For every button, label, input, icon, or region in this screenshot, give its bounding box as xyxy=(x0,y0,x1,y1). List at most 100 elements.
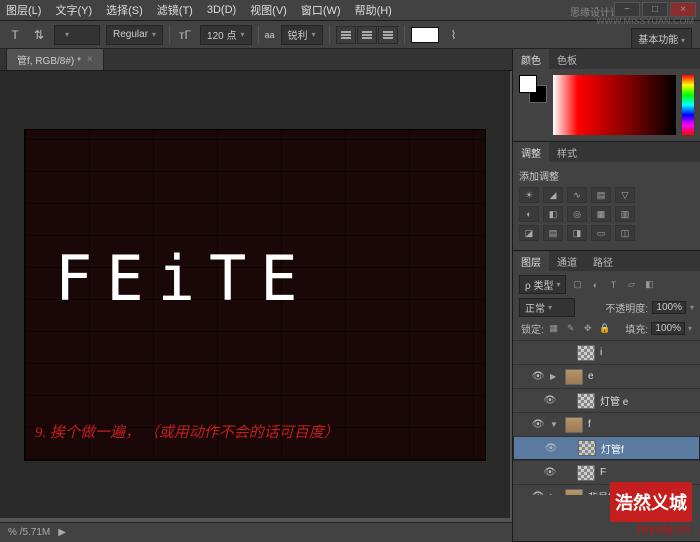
document-tab[interactable]: 管f, RGB/8#) * × xyxy=(6,48,104,70)
font-style-select[interactable]: Regular▾ xyxy=(106,25,163,45)
adj-brightness-icon[interactable]: ☀ xyxy=(519,187,539,203)
adj-vibrance-icon[interactable]: ▽ xyxy=(615,187,635,203)
adj-threshold-icon[interactable]: ◨ xyxy=(567,225,587,241)
foreground-color[interactable] xyxy=(519,75,537,93)
workspace-switcher[interactable]: 基本功能 ▾ xyxy=(631,28,692,49)
align-right-button[interactable] xyxy=(378,26,398,44)
align-center-button[interactable] xyxy=(357,26,377,44)
lock-position-icon[interactable]: ✥ xyxy=(581,322,595,336)
divider xyxy=(169,26,170,44)
tab-title: 管f, RGB/8#) * xyxy=(17,52,81,67)
adj-curves-icon[interactable]: ∿ xyxy=(567,187,587,203)
menu-view[interactable]: 视图(V) xyxy=(250,2,287,18)
fold-icon[interactable]: ▼ xyxy=(550,420,560,429)
adj-gradient-map-icon[interactable]: ▭ xyxy=(591,225,611,241)
filter-smart-icon[interactable]: ◧ xyxy=(642,278,656,292)
menu-text[interactable]: 文字(Y) xyxy=(55,2,92,18)
tab-color[interactable]: 颜色 xyxy=(513,49,549,69)
align-left-button[interactable] xyxy=(336,26,356,44)
adj-lookup-icon[interactable]: ▥ xyxy=(615,206,635,222)
layer-row[interactable]: 👁 灯管f xyxy=(513,436,700,460)
divider xyxy=(404,26,405,44)
adj-bw-icon[interactable]: ◧ xyxy=(543,206,563,222)
lock-pixels-icon[interactable]: ✎ xyxy=(564,322,578,336)
layer-row[interactable]: 👁 灯管 e xyxy=(513,388,700,412)
lock-transparency-icon[interactable]: ▦ xyxy=(547,322,561,336)
tab-channels[interactable]: 通道 xyxy=(549,251,585,271)
fill-chevron-icon[interactable]: ▾ xyxy=(688,324,692,333)
neon-text: FEiTE xyxy=(55,242,312,315)
layer-name: 灯管f xyxy=(601,441,624,456)
layer-name: 灯管 e xyxy=(600,393,628,408)
fill-input[interactable]: 100% xyxy=(651,322,685,335)
layer-row[interactable]: 👁▶e xyxy=(513,364,700,388)
menu-select[interactable]: 选择(S) xyxy=(106,2,143,18)
layer-thumbnail xyxy=(577,465,595,481)
menu-layer[interactable]: 图层(L) xyxy=(6,2,41,18)
adj-photo-filter-icon[interactable]: ◎ xyxy=(567,206,587,222)
tab-styles[interactable]: 样式 xyxy=(549,142,585,162)
hue-bar[interactable] xyxy=(682,75,694,135)
filter-text-icon[interactable]: T xyxy=(606,278,620,292)
adj-selective-color-icon[interactable]: ◫ xyxy=(615,225,635,241)
minimize-button[interactable]: − xyxy=(614,2,640,17)
canvas[interactable]: FEiTE 9. 挨个做一遍， （或用动作不会的话可百度） xyxy=(25,130,485,460)
adj-exposure-icon[interactable]: ▤ xyxy=(591,187,611,203)
layer-row[interactable]: i xyxy=(513,340,700,364)
right-panels: 颜色 色板 调整 样式 添加调整 ☀ ◢ ∿ ▤ ▽ xyxy=(512,49,700,542)
visibility-toggle-icon[interactable]: 👁 xyxy=(531,491,545,495)
layer-thumbnail xyxy=(577,393,595,409)
lock-label: 锁定: xyxy=(521,321,544,336)
adj-invert-icon[interactable]: ◪ xyxy=(519,225,539,241)
menu-help[interactable]: 帮助(H) xyxy=(355,2,392,18)
filter-adj-icon[interactable]: ◐ xyxy=(588,278,602,292)
filter-shape-icon[interactable]: ▱ xyxy=(624,278,638,292)
adj-posterize-icon[interactable]: ▤ xyxy=(543,225,563,241)
window-controls: − □ × xyxy=(614,2,696,17)
filter-pixel-icon[interactable]: ▢ xyxy=(570,278,584,292)
fg-bg-swatch[interactable] xyxy=(519,75,547,103)
fold-icon[interactable]: ▶ xyxy=(550,372,560,381)
tab-adjustments[interactable]: 调整 xyxy=(513,142,549,162)
layer-name: i xyxy=(600,347,602,358)
status-arrow-icon[interactable]: ▶ xyxy=(58,527,66,538)
layer-thumbnail xyxy=(565,417,583,433)
maximize-button[interactable]: □ xyxy=(642,2,668,17)
layer-row[interactable]: 👁▼f xyxy=(513,412,700,436)
lock-all-icon[interactable]: 🔒 xyxy=(598,322,612,336)
visibility-toggle-icon[interactable]: 👁 xyxy=(531,419,545,430)
adj-hue-icon[interactable]: ◐ xyxy=(519,206,539,222)
close-button[interactable]: × xyxy=(670,2,696,17)
layer-kind-filter[interactable]: ρ 类型▾ xyxy=(519,275,566,294)
visibility-toggle-icon[interactable]: 👁 xyxy=(531,371,545,382)
opacity-input[interactable]: 100% xyxy=(652,301,686,314)
menu-filter[interactable]: 滤镜(T) xyxy=(157,2,193,18)
tab-close-icon[interactable]: × xyxy=(87,54,93,65)
orientation-icon[interactable]: ⇅ xyxy=(30,26,48,44)
divider xyxy=(329,26,330,44)
adj-levels-icon[interactable]: ◢ xyxy=(543,187,563,203)
layer-list: i👁▶e👁灯管 e👁▼f👁灯管f👁F👁▶背景拷贝组 xyxy=(513,340,700,495)
text-color-swatch[interactable] xyxy=(411,27,439,43)
tab-layers[interactable]: 图层 xyxy=(513,251,549,271)
color-panel: 颜色 色板 xyxy=(513,49,700,142)
opacity-chevron-icon[interactable]: ▾ xyxy=(690,303,694,312)
blend-mode-select[interactable]: 正常▾ xyxy=(519,298,575,317)
layer-row[interactable]: 👁F xyxy=(513,460,700,484)
divider xyxy=(258,26,259,44)
font-size-select[interactable]: 120 点▾ xyxy=(200,25,251,45)
fold-icon[interactable]: ▶ xyxy=(550,492,560,495)
tab-paths[interactable]: 路径 xyxy=(585,251,621,271)
warp-text-icon[interactable]: ⌇ xyxy=(445,26,463,44)
adj-channel-mixer-icon[interactable]: ▦ xyxy=(591,206,611,222)
antialias-select[interactable]: 锐利▾ xyxy=(281,25,323,45)
tab-swatches[interactable]: 色板 xyxy=(549,49,585,69)
color-ramp[interactable] xyxy=(553,75,676,135)
visibility-toggle-icon[interactable]: 👁 xyxy=(543,395,557,406)
menu-3d[interactable]: 3D(D) xyxy=(207,4,236,16)
visibility-toggle-icon[interactable]: 👁 xyxy=(544,443,558,454)
font-family-select[interactable]: ▾ xyxy=(54,25,100,45)
menu-window[interactable]: 窗口(W) xyxy=(301,2,341,18)
visibility-toggle-icon[interactable]: 👁 xyxy=(543,467,557,478)
text-tool-icon[interactable]: T xyxy=(6,26,24,44)
